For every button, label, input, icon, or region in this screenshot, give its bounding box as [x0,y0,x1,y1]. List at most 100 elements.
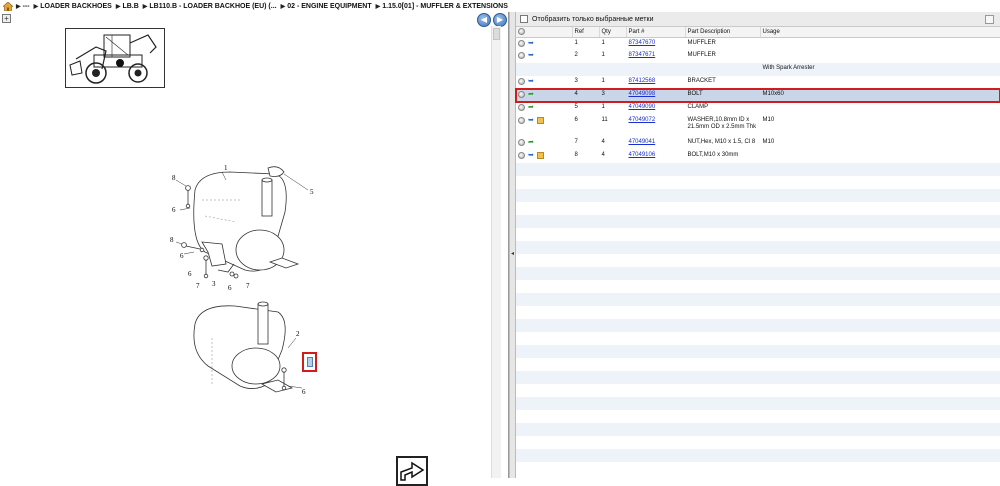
column-header-qty[interactable]: Qty [599,27,627,38]
table-row[interactable]: ➥ 6 11 47049072 WASHER,10.8mm ID x 21.5mm… [516,115,1000,137]
empty-row [516,228,1000,241]
part-number-link[interactable]: 47049106 [629,152,656,158]
empty-row [516,371,1000,384]
empty-row [516,189,1000,202]
add-to-list-icon[interactable] [518,78,525,85]
info-arrow-icon[interactable]: ➥ [528,117,534,124]
show-selected-only-checkbox[interactable] [520,15,528,23]
column-header-part-number[interactable]: Part # [626,27,686,38]
description-cell: BRACKET [687,78,716,84]
add-to-list-icon[interactable] [518,52,525,59]
collapse-arrow-icon[interactable]: ◂ [511,250,515,258]
pane-splitter[interactable]: ◂ [509,12,516,478]
part-number-link[interactable]: 47049098 [629,91,656,97]
empty-row [516,332,1000,345]
add-to-list-icon[interactable] [518,117,525,124]
scrollbar-thumb[interactable] [493,28,500,40]
breadcrumb-item-model[interactable]: ▶ LB110.B - LOADER BACKHOE (EU) (... [143,3,277,10]
description-cell: BOLT,M10 x 30mm [687,152,739,158]
info-arrow-icon[interactable]: ➥ [528,78,534,85]
empty-row [516,358,1000,371]
navigation-mode-button[interactable] [396,456,428,486]
ref-cell [572,63,599,76]
empty-row [516,280,1000,293]
column-header-description[interactable]: Part Description [685,27,761,38]
add-to-list-icon[interactable] [518,91,525,98]
svg-text:7: 7 [246,282,250,290]
table-row[interactable]: ➦ 5 1 47049090 CLAMP [516,102,1000,115]
column-header-select[interactable] [516,27,573,38]
part-number-link[interactable]: 87347670 [629,40,656,46]
qty-cell [599,63,626,76]
breadcrumb-item-loader-backhoes[interactable]: ▶ LOADER BACKHOES [34,3,112,10]
part-number-link[interactable]: 47049090 [629,104,656,110]
description-cell [685,63,760,76]
machine-thumbnail[interactable] [65,28,165,88]
empty-row [516,241,1000,254]
part-number-link[interactable]: 47049072 [629,117,656,123]
parts-table: Ref Qty Part # Part Description Usage ➥ … [515,27,1000,163]
empty-row [516,410,1000,423]
table-row[interactable]: ➥ 2 1 87347671 MUFFLER [516,50,1000,63]
previous-arrow-icon[interactable]: ◀ [477,13,491,27]
substitute-arrow-icon[interactable]: ➦ [528,139,534,146]
empty-row [516,163,1000,176]
selected-part-hotspot[interactable] [302,352,317,372]
svg-text:6: 6 [172,206,176,214]
usage-cell [760,102,1000,115]
add-to-list-icon[interactable] [518,104,525,111]
add-to-list-icon[interactable] [518,152,525,159]
description-cell: BOLT [685,89,760,102]
home-icon[interactable] [3,1,13,11]
qty-cell: 11 [601,117,608,123]
select-all-icon[interactable] [518,28,525,36]
expand-toggle[interactable]: + [2,14,11,23]
empty-row [516,423,1000,436]
empty-row [516,202,1000,215]
table-row[interactable]: ➥ 8 4 47049106 BOLT,M10 x 30mm [516,150,1000,163]
kit-box-icon[interactable] [536,117,544,124]
vertical-scrollbar[interactable] [491,26,501,478]
empty-row [516,462,1000,475]
add-to-list-icon[interactable] [518,39,525,47]
substitute-arrow-icon[interactable]: ➦ [528,91,534,98]
column-header-usage[interactable]: Usage [760,27,1000,38]
part-number-link[interactable]: 87347671 [629,52,656,58]
empty-row [516,176,1000,189]
table-row[interactable]: ➥ 1 1 87347670 MUFFLER [516,37,1000,50]
kit-box-icon[interactable] [536,152,544,159]
table-row: With Spark Arrester [516,63,1000,76]
empty-row [516,306,1000,319]
part-number-link[interactable]: 47049041 [629,139,656,145]
substitute-arrow-icon[interactable]: ➦ [528,104,534,111]
part-number-link[interactable]: 87412568 [629,78,656,84]
info-arrow-icon[interactable]: ➥ [528,40,534,47]
info-arrow-icon[interactable]: ➥ [528,52,534,59]
ref-cell: 8 [574,152,578,158]
info-arrow-icon[interactable]: ➥ [528,152,534,159]
qty-cell: 1 [601,39,605,46]
qty-cell: 1 [601,78,605,84]
usage-cell [760,150,1000,163]
next-arrow-icon[interactable]: ▶ [493,13,507,27]
qty-cell: 4 [601,152,605,158]
muffler-parts-diagram: 1 8 6 8 6 6 7 3 6 7 5 2 6 [170,164,314,396]
ref-cell: 7 [574,139,578,145]
table-row[interactable]: ➦ 7 4 47049041 NUT,Hex, M10 x 1.5, Cl 8 … [516,137,1000,150]
usage-cell: M10x60 [760,89,1000,102]
breadcrumb-item-engine-equipment[interactable]: ▶ 02 - ENGINE EQUIPMENT [281,3,372,10]
qty-cell: 1 [601,52,605,58]
table-row-selected[interactable]: ➦ 4 3 47049098 BOLT M10x60 [515,88,1000,103]
column-header-ref[interactable]: Ref [572,27,600,38]
breadcrumb-item-root[interactable]: ▶ --- [16,3,30,10]
show-selected-only-label: Отобразить только выбранные метки [532,15,654,23]
qty-cell: 1 [601,104,605,110]
breadcrumb-item-muffler[interactable]: ▶ 1.15.0[01] - MUFFLER & EXTENSIONS [376,3,508,10]
usage-cell [760,37,1000,50]
ref-cell: 1 [574,39,578,46]
add-to-list-icon[interactable] [518,139,525,146]
table-row[interactable]: ➥ 3 1 87412568 BRACKET [516,76,1000,89]
breadcrumb-item-lbb[interactable]: ▶ LB.B [116,3,139,10]
svg-text:8: 8 [172,174,176,182]
filter-options-icon[interactable] [985,15,994,24]
